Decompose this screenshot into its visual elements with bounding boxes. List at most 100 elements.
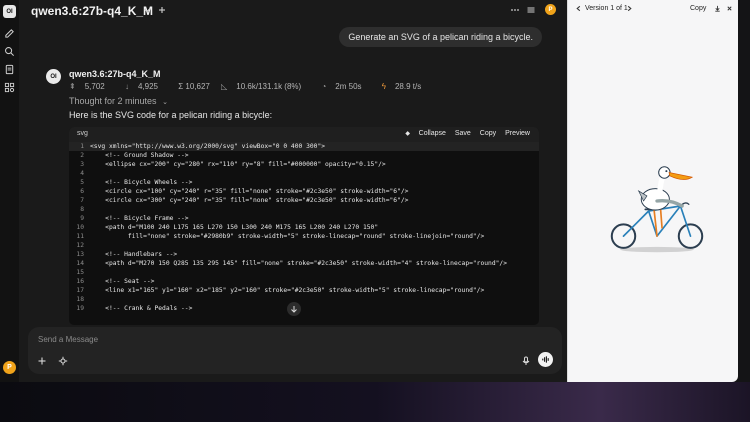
stat-1: ⇞ 5,702 [69, 82, 105, 91]
line-number: 13 [76, 251, 84, 258]
copy-artifact-button[interactable]: Copy [690, 5, 706, 12]
line-number: 16 [76, 278, 84, 285]
bolt-icon: ϟ [381, 82, 386, 91]
code-line: 16 <!-- Seat --> [69, 277, 539, 286]
code-line: 5 <!-- Bicycle Wheels --> [69, 178, 539, 187]
ground-shadow [620, 246, 694, 253]
code-text: <line x1="165" y1="160" x2="185" y2="160… [90, 287, 485, 294]
user-message: Generate an SVG of a pelican riding a bi… [339, 27, 542, 47]
code-lines[interactable]: 1 <svg xmlns="http://www.w3.org/2000/svg"… [69, 142, 539, 313]
code-line: 8 [69, 205, 539, 214]
model-dropdown-icon[interactable] [142, 5, 152, 15]
code-text: <!-- Bicycle Wheels --> [90, 179, 193, 186]
controls-icon[interactable] [526, 5, 536, 15]
waveform-icon [542, 356, 549, 363]
top-bar: qwen3.6:27b-q4_K_M P [19, 0, 567, 20]
top-user-avatar[interactable]: P [545, 4, 556, 15]
microphone-icon[interactable] [520, 355, 531, 366]
code-line: 19 <!-- Crank & Pedals --> [69, 304, 539, 313]
more-icon[interactable] [510, 5, 520, 15]
desktop-background [0, 382, 750, 422]
code-text: <svg xmlns="http://www.w3.org/2000/svg" … [90, 143, 326, 150]
stat-context: ◺ 10.6k/131.1k (8%) [221, 82, 302, 91]
code-text: <path d="M270 150 Q285 135 295 145" fill… [90, 260, 508, 267]
save-button[interactable]: Save [455, 130, 471, 137]
scroll-down-button[interactable] [287, 302, 301, 316]
code-block: svg ◆ Collapse Save Copy Preview 1 <svg x… [69, 127, 539, 325]
assistant-avatar: OI [46, 69, 61, 84]
pelican-neck [657, 173, 666, 197]
version-label: Version 1 of 1 [585, 5, 628, 12]
add-model-icon[interactable] [157, 5, 167, 15]
code-line: 10 <path d="M100 240 L175 165 L270 150 L… [69, 223, 539, 232]
assistant-name: qwen3.6:27b-q4_K_M [69, 69, 161, 79]
sidebar-rail: OI P [0, 0, 19, 382]
app-window: OI P qwen3.6:27b-q4_K_M P Generate an SV… [0, 0, 738, 382]
notes-icon[interactable] [3, 63, 16, 76]
new-chat-icon[interactable] [3, 27, 16, 40]
message-input-box[interactable]: Send a Message [28, 327, 562, 374]
collapse-button[interactable]: ◆ Collapse [398, 130, 446, 137]
message-stats: ⇞ 5,702 ↓ 4,925 Σ 10,627 ◺ 10.6k/131.1k (8%… [69, 82, 439, 91]
pelican-bicycle-preview [610, 166, 704, 253]
line-number: 15 [76, 269, 84, 276]
code-line: 2 <!-- Ground Shadow --> [69, 151, 539, 160]
line-number: 1 [80, 143, 84, 150]
code-line: 9 <!-- Bicycle Frame --> [69, 214, 539, 223]
copy-code-button[interactable]: Copy [480, 130, 496, 137]
preview-button[interactable]: Preview [505, 130, 530, 137]
code-line: 11 fill="none" stroke="#2980b9" stroke-w… [69, 232, 539, 241]
code-line: 4 [69, 169, 539, 178]
arrow-down-icon [291, 306, 297, 313]
line-number: 5 [80, 179, 84, 186]
collapse-icon: ◆ [405, 131, 412, 137]
response-intro: Here is the SVG code for a pelican ridin… [69, 110, 273, 120]
code-line: 7 <circle cx="300" cy="240" r="35" fill=… [69, 196, 539, 205]
code-line: 3 <ellipse cx="200" cy="280" rx="110" ry… [69, 160, 539, 169]
code-text: <!-- Handlebars --> [90, 251, 178, 258]
code-text: <circle cx="100" cy="240" r="35" fill="n… [90, 188, 409, 195]
close-icon[interactable] [726, 5, 733, 14]
code-text: <!-- Ground Shadow --> [90, 152, 189, 159]
context-icon: ◺ [221, 82, 228, 91]
code-line: 12 [69, 241, 539, 250]
chevron-down-icon: ⌄ [162, 99, 168, 106]
add-attachment-icon[interactable] [36, 355, 47, 366]
line-number: 18 [76, 296, 84, 303]
stat-2: ↓ 4,925 [124, 82, 158, 91]
stat-speed: ϟ 28.9 t/s [381, 82, 422, 91]
code-text: <path d="M100 240 L175 165 L270 150 L300… [90, 224, 379, 231]
voice-mode-button[interactable] [538, 352, 553, 367]
line-number: 12 [76, 242, 84, 249]
download-icon[interactable] [714, 5, 721, 14]
code-text: <circle cx="300" cy="240" r="35" fill="n… [90, 197, 409, 204]
model-selector[interactable]: qwen3.6:27b-q4_K_M [31, 4, 153, 18]
line-number: 4 [80, 170, 84, 177]
line-number: 7 [80, 197, 84, 204]
code-line: 13 <!-- Handlebars --> [69, 250, 539, 259]
thought-toggle[interactable]: Thought for 2 minutes ⌄ [69, 96, 168, 106]
stat-1-icon: ⇞ [69, 82, 76, 91]
search-icon[interactable] [3, 45, 16, 58]
pelican-beak [668, 172, 694, 180]
line-number: 17 [76, 287, 84, 294]
stat-total: Σ 10,627 [178, 82, 210, 91]
timer-icon: ◔ [321, 82, 327, 91]
app-logo[interactable]: OI [3, 5, 16, 18]
line-number: 6 [80, 188, 84, 195]
prev-version-icon[interactable] [575, 5, 582, 14]
tools-icon[interactable] [57, 355, 68, 366]
code-language: svg [77, 130, 88, 137]
line-number: 10 [76, 224, 84, 231]
stat-2-icon: ↓ [124, 82, 129, 91]
workspace-icon[interactable] [3, 81, 16, 94]
line-number: 14 [76, 260, 84, 267]
message-input[interactable]: Send a Message [38, 335, 98, 344]
code-line: 14 <path d="M270 150 Q285 135 295 145" f… [69, 259, 539, 268]
next-version-icon[interactable] [626, 5, 633, 14]
pelican-eye [665, 170, 668, 173]
chat-area: Generate an SVG of a pelican riding a bi… [19, 20, 567, 382]
code-text: <!-- Bicycle Frame --> [90, 215, 189, 222]
line-number: 3 [80, 161, 84, 168]
user-avatar[interactable]: P [3, 361, 16, 374]
